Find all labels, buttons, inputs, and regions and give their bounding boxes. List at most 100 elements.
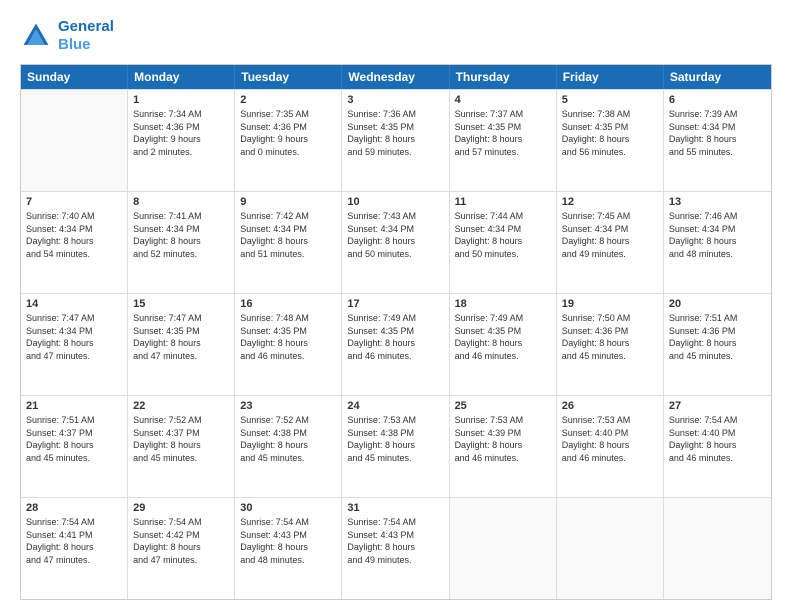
day-content: Sunrise: 7:49 AMSunset: 4:35 PMDaylight:… (455, 312, 551, 362)
day-number: 9 (240, 196, 336, 208)
day-content: Sunrise: 7:53 AMSunset: 4:40 PMDaylight:… (562, 414, 658, 464)
day-content: Sunrise: 7:38 AMSunset: 4:35 PMDaylight:… (562, 108, 658, 158)
calendar-row: 28 Sunrise: 7:54 AMSunset: 4:41 PMDayligh… (21, 497, 771, 599)
calendar-cell (557, 498, 664, 599)
calendar: SundayMondayTuesdayWednesdayThursdayFrid… (20, 64, 772, 600)
calendar-cell: 26 Sunrise: 7:53 AMSunset: 4:40 PMDayligh… (557, 396, 664, 497)
calendar-cell: 31 Sunrise: 7:54 AMSunset: 4:43 PMDayligh… (342, 498, 449, 599)
calendar-row: 7 Sunrise: 7:40 AMSunset: 4:34 PMDaylight… (21, 191, 771, 293)
day-number: 25 (455, 400, 551, 412)
day-number: 14 (26, 298, 122, 310)
day-content: Sunrise: 7:44 AMSunset: 4:34 PMDaylight:… (455, 210, 551, 260)
day-content: Sunrise: 7:54 AMSunset: 4:40 PMDaylight:… (669, 414, 766, 464)
day-number: 26 (562, 400, 658, 412)
logo: General Blue (20, 18, 114, 54)
day-number: 23 (240, 400, 336, 412)
calendar-cell: 23 Sunrise: 7:52 AMSunset: 4:38 PMDayligh… (235, 396, 342, 497)
calendar-cell: 18 Sunrise: 7:49 AMSunset: 4:35 PMDayligh… (450, 294, 557, 395)
logo-text: General Blue (58, 18, 114, 54)
day-content: Sunrise: 7:46 AMSunset: 4:34 PMDaylight:… (669, 210, 766, 260)
day-number: 13 (669, 196, 766, 208)
calendar-header-cell: Wednesday (342, 65, 449, 89)
day-number: 11 (455, 196, 551, 208)
calendar-row: 14 Sunrise: 7:47 AMSunset: 4:34 PMDayligh… (21, 293, 771, 395)
calendar-cell: 27 Sunrise: 7:54 AMSunset: 4:40 PMDayligh… (664, 396, 771, 497)
day-number: 29 (133, 502, 229, 514)
day-content: Sunrise: 7:51 AMSunset: 4:37 PMDaylight:… (26, 414, 122, 464)
calendar-cell: 17Sunrise: 7:49 AMSunset: 4:35 PMDayligh… (342, 294, 449, 395)
calendar-cell: 20Sunrise: 7:51 AMSunset: 4:36 PMDayligh… (664, 294, 771, 395)
day-content: Sunrise: 7:54 AMSunset: 4:43 PMDaylight:… (347, 516, 443, 566)
day-number: 24 (347, 400, 443, 412)
day-number: 18 (455, 298, 551, 310)
calendar-cell: 19Sunrise: 7:50 AMSunset: 4:36 PMDayligh… (557, 294, 664, 395)
calendar-cell: 11 Sunrise: 7:44 AMSunset: 4:34 PMDayligh… (450, 192, 557, 293)
day-content: Sunrise: 7:54 AMSunset: 4:43 PMDaylight:… (240, 516, 336, 566)
calendar-cell: 30Sunrise: 7:54 AMSunset: 4:43 PMDayligh… (235, 498, 342, 599)
day-content: Sunrise: 7:39 AMSunset: 4:34 PMDaylight:… (669, 108, 766, 158)
calendar-cell: 6Sunrise: 7:39 AMSunset: 4:34 PMDaylight… (664, 90, 771, 191)
day-content: Sunrise: 7:45 AMSunset: 4:34 PMDaylight:… (562, 210, 658, 260)
day-content: Sunrise: 7:41 AMSunset: 4:34 PMDaylight:… (133, 210, 229, 260)
calendar-cell (21, 90, 128, 191)
calendar-header-cell: Friday (557, 65, 664, 89)
day-content: Sunrise: 7:48 AMSunset: 4:35 PMDaylight:… (240, 312, 336, 362)
day-number: 7 (26, 196, 122, 208)
day-content: Sunrise: 7:34 AMSunset: 4:36 PMDaylight:… (133, 108, 229, 158)
calendar-header-cell: Monday (128, 65, 235, 89)
day-number: 20 (669, 298, 766, 310)
calendar-cell: 13 Sunrise: 7:46 AMSunset: 4:34 PMDayligh… (664, 192, 771, 293)
calendar-row: 1 Sunrise: 7:34 AMSunset: 4:36 PMDaylight… (21, 89, 771, 191)
day-content: Sunrise: 7:52 AMSunset: 4:38 PMDaylight:… (240, 414, 336, 464)
calendar-header-cell: Saturday (664, 65, 771, 89)
day-content: Sunrise: 7:37 AMSunset: 4:35 PMDaylight:… (455, 108, 551, 158)
calendar-body: 1 Sunrise: 7:34 AMSunset: 4:36 PMDaylight… (21, 89, 771, 599)
calendar-header-cell: Thursday (450, 65, 557, 89)
calendar-cell: 25 Sunrise: 7:53 AMSunset: 4:39 PMDayligh… (450, 396, 557, 497)
calendar-cell: 24 Sunrise: 7:53 AMSunset: 4:38 PMDayligh… (342, 396, 449, 497)
day-number: 8 (133, 196, 229, 208)
day-number: 3 (347, 94, 443, 106)
calendar-cell: 14 Sunrise: 7:47 AMSunset: 4:34 PMDayligh… (21, 294, 128, 395)
calendar-cell (664, 498, 771, 599)
day-content: Sunrise: 7:47 AMSunset: 4:34 PMDaylight:… (26, 312, 122, 362)
calendar-row: 21 Sunrise: 7:51 AMSunset: 4:37 PMDayligh… (21, 395, 771, 497)
day-number: 4 (455, 94, 551, 106)
day-number: 12 (562, 196, 658, 208)
calendar-header-cell: Tuesday (235, 65, 342, 89)
day-number: 16 (240, 298, 336, 310)
header: General Blue (20, 18, 772, 54)
calendar-cell: 1 Sunrise: 7:34 AMSunset: 4:36 PMDaylight… (128, 90, 235, 191)
day-content: Sunrise: 7:53 AMSunset: 4:39 PMDaylight:… (455, 414, 551, 464)
calendar-cell: 7 Sunrise: 7:40 AMSunset: 4:34 PMDaylight… (21, 192, 128, 293)
day-number: 28 (26, 502, 122, 514)
day-number: 27 (669, 400, 766, 412)
day-content: Sunrise: 7:42 AMSunset: 4:34 PMDaylight:… (240, 210, 336, 260)
calendar-cell: 12 Sunrise: 7:45 AMSunset: 4:34 PMDayligh… (557, 192, 664, 293)
logo-icon (20, 20, 52, 52)
calendar-cell: 15Sunrise: 7:47 AMSunset: 4:35 PMDayligh… (128, 294, 235, 395)
day-content: Sunrise: 7:50 AMSunset: 4:36 PMDaylight:… (562, 312, 658, 362)
day-content: Sunrise: 7:43 AMSunset: 4:34 PMDaylight:… (347, 210, 443, 260)
day-number: 21 (26, 400, 122, 412)
day-content: Sunrise: 7:54 AMSunset: 4:41 PMDaylight:… (26, 516, 122, 566)
calendar-cell: 2Sunrise: 7:35 AMSunset: 4:36 PMDaylight… (235, 90, 342, 191)
calendar-cell: 5Sunrise: 7:38 AMSunset: 4:35 PMDaylight… (557, 90, 664, 191)
day-number: 22 (133, 400, 229, 412)
calendar-cell: 3Sunrise: 7:36 AMSunset: 4:35 PMDaylight… (342, 90, 449, 191)
calendar-cell: 28 Sunrise: 7:54 AMSunset: 4:41 PMDayligh… (21, 498, 128, 599)
day-content: Sunrise: 7:49 AMSunset: 4:35 PMDaylight:… (347, 312, 443, 362)
page: General Blue SundayMondayTuesdayWednesda… (0, 0, 792, 612)
calendar-cell: 29Sunrise: 7:54 AMSunset: 4:42 PMDayligh… (128, 498, 235, 599)
day-number: 31 (347, 502, 443, 514)
calendar-cell: 9 Sunrise: 7:42 AMSunset: 4:34 PMDaylight… (235, 192, 342, 293)
day-number: 10 (347, 196, 443, 208)
calendar-cell: 22Sunrise: 7:52 AMSunset: 4:37 PMDayligh… (128, 396, 235, 497)
calendar-header-cell: Sunday (21, 65, 128, 89)
day-content: Sunrise: 7:40 AMSunset: 4:34 PMDaylight:… (26, 210, 122, 260)
day-content: Sunrise: 7:53 AMSunset: 4:38 PMDaylight:… (347, 414, 443, 464)
day-content: Sunrise: 7:35 AMSunset: 4:36 PMDaylight:… (240, 108, 336, 158)
calendar-cell: 10 Sunrise: 7:43 AMSunset: 4:34 PMDayligh… (342, 192, 449, 293)
day-number: 1 (133, 94, 229, 106)
calendar-cell: 4 Sunrise: 7:37 AMSunset: 4:35 PMDaylight… (450, 90, 557, 191)
